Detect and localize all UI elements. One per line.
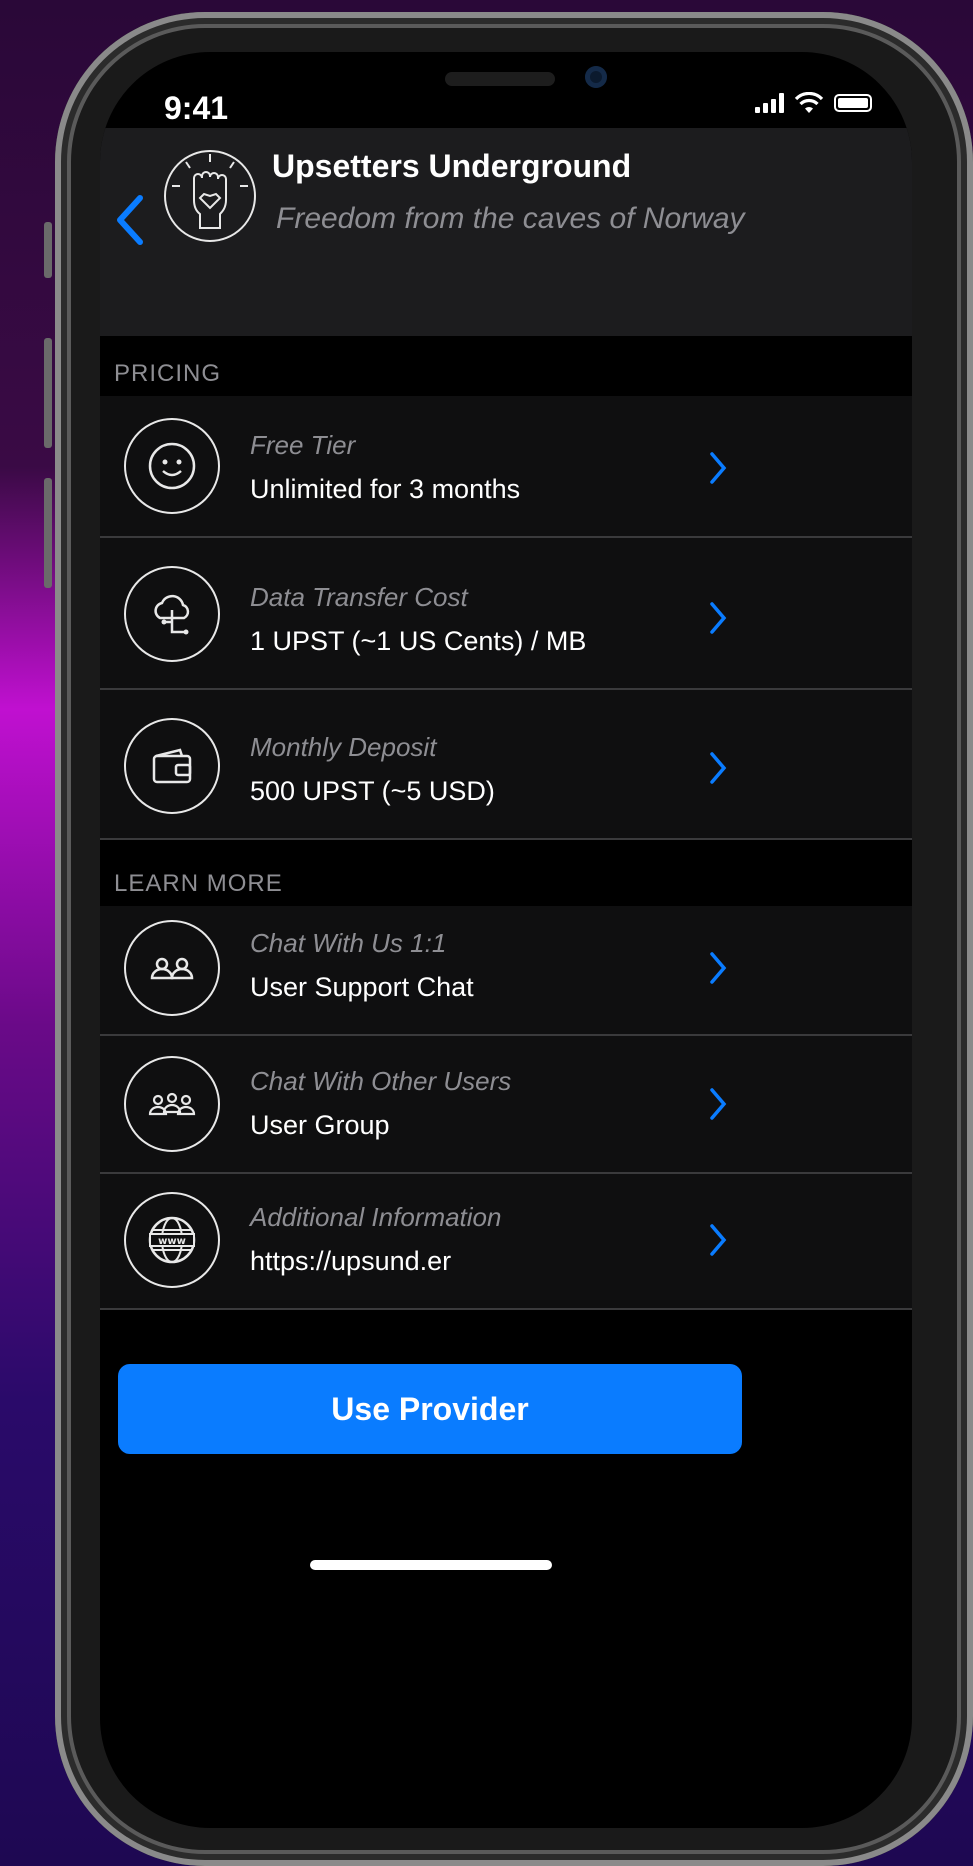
home-indicator[interactable]	[310, 1560, 552, 1570]
row-data-transfer-cost[interactable]: Data Transfer Cost 1 UPST (~1 US Cents) …	[100, 538, 912, 690]
smiley-icon	[124, 418, 220, 514]
provider-title: Upsetters Underground	[272, 148, 632, 184]
raised-fist-logo-icon	[164, 150, 256, 242]
chevron-right-icon	[710, 952, 727, 984]
status-time: 9:41	[164, 90, 229, 126]
two-users-icon	[124, 920, 220, 1016]
notch	[280, 52, 740, 128]
row-value: Unlimited for 3 months	[250, 474, 521, 504]
app-screen: 9:41 Upsetters Underground Freedom from …	[100, 52, 912, 1828]
svg-text:www: www	[158, 1236, 186, 1247]
use-provider-button[interactable]: Use Provider	[118, 1364, 742, 1454]
silent-switch	[44, 222, 52, 278]
row-additional-information[interactable]: www Additional Information https://upsun…	[100, 1174, 912, 1310]
section-label-pricing: PRICING	[114, 360, 222, 387]
row-support-chat[interactable]: Chat With Us 1:1 User Support Chat	[100, 906, 912, 1036]
row-caption: Additional Information	[250, 1202, 502, 1232]
status-icons	[755, 92, 872, 114]
cloud-transfer-icon	[124, 566, 220, 662]
chevron-right-icon	[710, 602, 727, 634]
chevron-right-icon	[710, 452, 727, 484]
chevron-right-icon	[710, 1088, 727, 1120]
row-value: User Support Chat	[250, 972, 474, 1002]
front-camera	[585, 66, 607, 88]
battery-icon	[834, 94, 872, 112]
user-group-icon	[124, 1056, 220, 1152]
wallet-icon	[124, 718, 220, 814]
row-value: 1 UPST (~1 US Cents) / MB	[250, 626, 587, 656]
volume-up-button	[44, 338, 52, 448]
row-caption: Monthly Deposit	[250, 732, 437, 762]
row-user-group[interactable]: Chat With Other Users User Group	[100, 1036, 912, 1174]
signal-icon	[755, 93, 784, 113]
www-globe-icon: www	[124, 1192, 220, 1288]
volume-down-button	[44, 478, 52, 588]
section-label-learn-more: LEARN MORE	[114, 870, 283, 897]
back-chevron-icon[interactable]	[112, 190, 148, 250]
chevron-right-icon	[710, 1224, 727, 1256]
row-caption: Chat With Us 1:1	[250, 928, 447, 958]
row-value: 500 UPST (~5 USD)	[250, 776, 495, 806]
chevron-right-icon	[710, 752, 727, 784]
row-value: User Group	[250, 1110, 390, 1140]
row-caption: Chat With Other Users	[250, 1066, 512, 1096]
wifi-icon	[794, 92, 824, 113]
row-value: https://upsund.er	[250, 1246, 452, 1276]
provider-subtitle: Freedom from the caves of Norway	[276, 202, 745, 235]
row-free-tier[interactable]: Free Tier Unlimited for 3 months	[100, 396, 912, 538]
row-monthly-deposit[interactable]: Monthly Deposit 500 UPST (~5 USD)	[100, 690, 912, 840]
row-caption: Data Transfer Cost	[250, 582, 468, 612]
speaker-grille	[445, 72, 555, 86]
row-caption: Free Tier	[250, 430, 356, 460]
